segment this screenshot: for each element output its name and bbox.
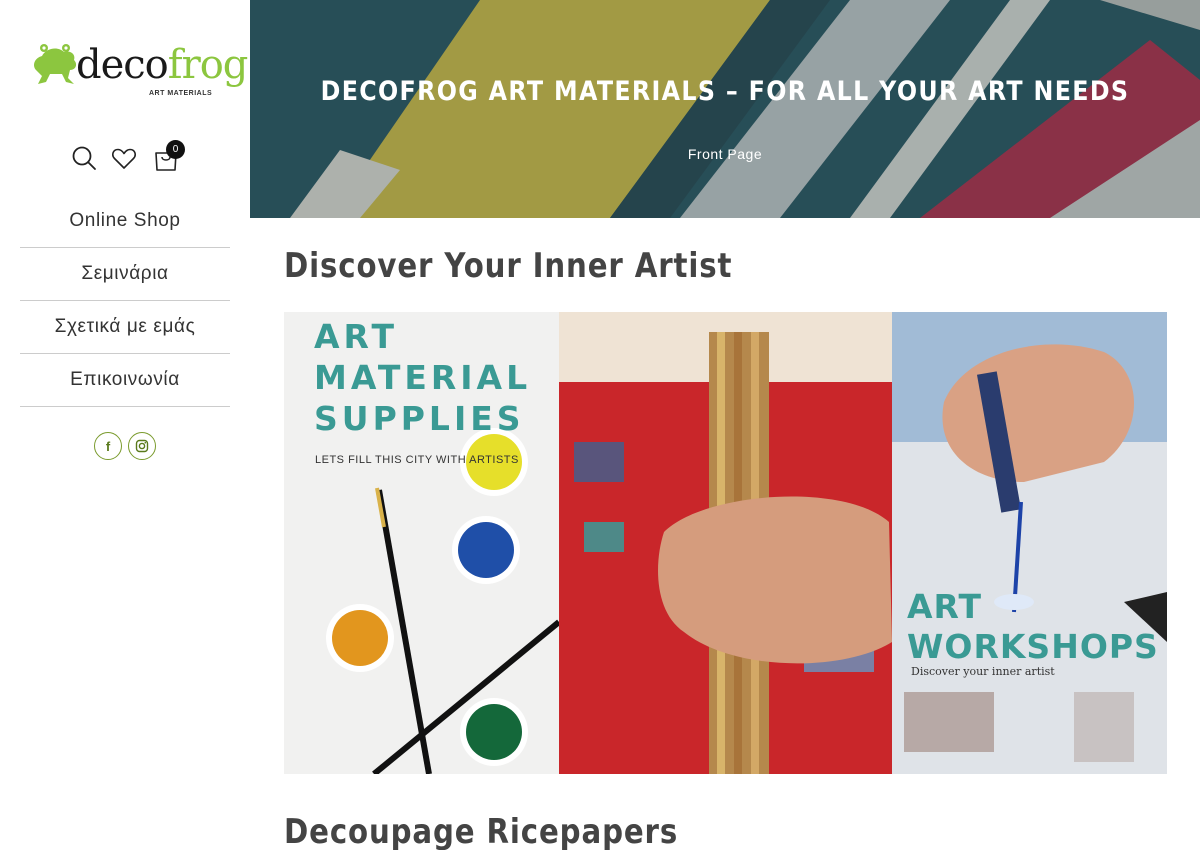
site-logo[interactable]: decofrog ART MATERIALS: [28, 36, 248, 114]
promo-banner[interactable]: ART MATERIAL SUPPLIES LETS FILL THIS CIT…: [284, 312, 1167, 774]
heart-icon[interactable]: [110, 144, 142, 176]
facebook-icon[interactable]: f: [94, 432, 122, 460]
nav-item-seminars[interactable]: Σεμινάρια: [20, 248, 230, 301]
main-navigation: Online Shop Σεμινάρια Σχετικά με εμάς Επ…: [20, 195, 230, 407]
facebook-glyph: f: [105, 438, 111, 454]
section-title-decoupage: Decoupage Ricepapers: [284, 812, 679, 850]
social-links: f: [0, 432, 250, 462]
nav-item-about-us[interactable]: Σχετικά με εμάς: [20, 301, 230, 354]
banner-subtitle-right: Discover your inner artist: [911, 665, 1055, 678]
section-title-discover: Discover Your Inner Artist: [284, 246, 733, 286]
cart-count-badge: 0: [166, 140, 185, 159]
hero-title: DECOFROG ART MATERIALS – FOR ALL YOUR AR…: [320, 76, 1130, 107]
instagram-icon[interactable]: [128, 432, 156, 460]
hero-banner: DECOFROG ART MATERIALS – FOR ALL YOUR AR…: [250, 0, 1200, 218]
hero-overlay: [250, 0, 1200, 218]
banner-subtitle-left: LETS FILL THIS CITY WITH ARTISTS: [315, 454, 519, 466]
instagram-glyph: [135, 439, 149, 453]
logo-wordmark: decofrog: [76, 42, 248, 88]
header-icons: 0: [0, 140, 250, 178]
banner-heading-art-materials: ART MATERIAL SUPPLIES: [314, 317, 532, 438]
logo-tagline: ART MATERIALS: [149, 90, 213, 97]
breadcrumb-front-page[interactable]: Front Page: [250, 146, 1200, 162]
shopping-bag-icon[interactable]: 0: [152, 140, 185, 176]
nav-item-online-shop[interactable]: Online Shop: [20, 195, 230, 248]
search-icon[interactable]: [70, 144, 102, 176]
banner-heading-workshops: ART WORKSHOPS: [907, 587, 1159, 666]
nav-item-contact[interactable]: Επικοινωνία: [20, 354, 230, 407]
sidebar: decofrog ART MATERIALS 0 Online Shop Σεμ…: [0, 0, 250, 850]
frog-logo-icon: [34, 44, 77, 84]
